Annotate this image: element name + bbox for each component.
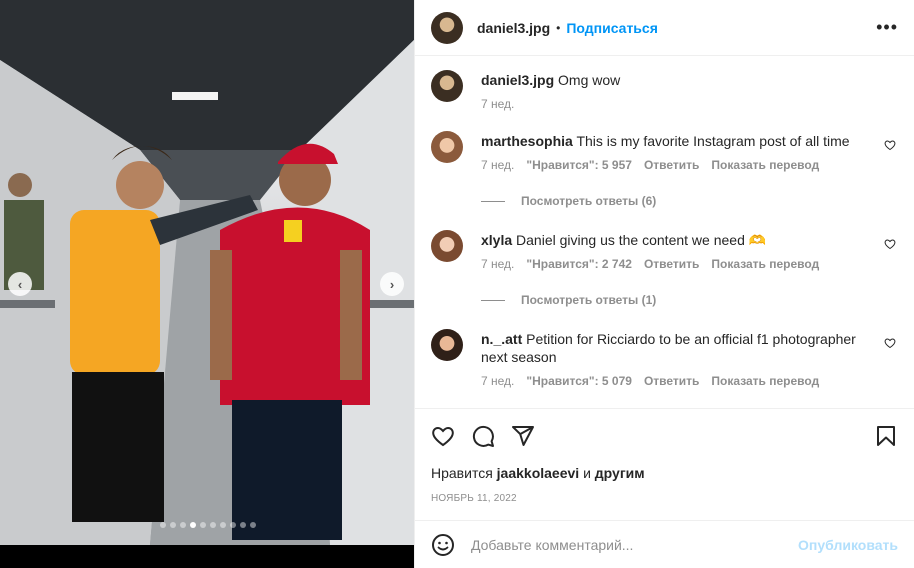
post-media: ‹ › [0,0,414,568]
carousel-dot [220,522,226,528]
post-comment-button[interactable]: Опубликовать [798,537,898,553]
comment-username[interactable]: marthesophia [481,133,573,149]
view-replies-button[interactable]: Посмотреть ответы (1) [481,293,898,307]
post-modal: ‹ › daniel3.jpg • Подписаться ••• daniel… [0,0,914,568]
translate-button[interactable]: Показать перевод [711,374,819,388]
carousel-next-button[interactable]: › [380,272,404,296]
post-side-panel: daniel3.jpg • Подписаться ••• daniel3.jp… [414,0,914,568]
heart-icon[interactable] [884,337,896,349]
add-comment-bar: Опубликовать [415,520,914,568]
carousel-dot [190,522,196,528]
caption-time[interactable]: 7 нед. [481,97,514,111]
avatar[interactable] [431,11,463,44]
view-replies-label: Посмотреть ответы (6) [521,194,657,208]
comment-likes[interactable]: "Нравится": 5 957 [526,158,632,172]
avatar[interactable] [431,131,463,163]
likes-summary: Нравится jaakkolaeevi и другим [431,465,898,481]
heart-icon[interactable] [884,238,896,250]
translate-button[interactable]: Показать перевод [711,158,819,172]
chevron-left-icon: ‹ [17,276,23,292]
comment-item: n._.att Petition for Ricciardo to be an … [431,329,898,388]
comment-time[interactable]: 7 нед. [481,257,514,271]
carousel-dot [170,522,176,528]
comment-likes[interactable]: "Нравится": 5 079 [526,374,632,388]
comment-text: This is my favorite Instagram post of al… [576,133,850,149]
action-bar [431,409,898,463]
post-photo[interactable] [0,0,414,545]
replies-divider [481,299,505,301]
share-icon[interactable] [511,424,535,448]
likes-and: и [583,465,591,481]
comments-list: daniel3.jpg Omg wow 7 нед. marthesophia … [415,56,914,408]
carousel-dot [160,522,166,528]
post-header: daniel3.jpg • Подписаться ••• [415,0,914,56]
carousel-dot [230,522,236,528]
like-icon[interactable] [431,424,455,448]
post-actions: Нравится jaakkolaeevi и другим НОЯБРЬ 11… [415,408,914,520]
comment-item: marthesophia This is my favorite Instagr… [431,131,898,172]
reply-button[interactable]: Ответить [644,158,699,172]
comment-item: xlyla Daniel giving us the content we ne… [431,230,898,271]
heart-icon[interactable] [884,139,896,151]
more-options-icon[interactable]: ••• [876,17,898,38]
caption-text: Omg wow [558,72,621,88]
comment-username[interactable]: xlyla [481,232,512,248]
carousel-dot [180,522,186,528]
comment-likes[interactable]: "Нравится": 2 742 [526,257,632,271]
comment-time[interactable]: 7 нед. [481,158,514,172]
reply-button[interactable]: Ответить [644,257,699,271]
view-replies-label: Посмотреть ответы (1) [521,293,657,307]
carousel-dot [210,522,216,528]
bookmark-icon[interactable] [874,424,898,448]
comment-icon[interactable] [471,424,495,448]
chevron-right-icon: › [389,276,395,292]
caption-username[interactable]: daniel3.jpg [481,72,554,88]
translate-button[interactable]: Показать перевод [711,257,819,271]
replies-divider [481,200,505,202]
view-replies-button[interactable]: Посмотреть ответы (6) [481,194,898,208]
author-username[interactable]: daniel3.jpg [477,20,550,36]
comment-input[interactable] [471,536,799,553]
likes-others[interactable]: другим [595,465,645,481]
comment-text: Daniel giving us the content we need 🫶 [516,232,767,248]
carousel-dot [240,522,246,528]
separator-dot: • [556,20,561,35]
reply-button[interactable]: Ответить [644,374,699,388]
carousel-prev-button[interactable]: ‹ [8,272,32,296]
likes-prefix: Нравится [431,465,493,481]
avatar[interactable] [431,329,463,361]
carousel-dot [250,522,256,528]
avatar[interactable] [431,70,463,102]
photo-illustration [0,0,414,545]
emoji-icon[interactable] [431,533,455,557]
caption: daniel3.jpg Omg wow 7 нед. [431,70,898,111]
comment-time[interactable]: 7 нед. [481,374,514,388]
carousel-dot [200,522,206,528]
comment-username[interactable]: n._.att [481,331,522,347]
avatar[interactable] [431,230,463,262]
post-date[interactable]: НОЯБРЬ 11, 2022 [431,493,898,504]
likes-user[interactable]: jaakkolaeevi [497,465,580,481]
follow-button[interactable]: Подписаться [566,20,658,36]
carousel-indicator [160,522,256,528]
comment-text: Petition for Ricciardo to be an official… [481,331,856,365]
